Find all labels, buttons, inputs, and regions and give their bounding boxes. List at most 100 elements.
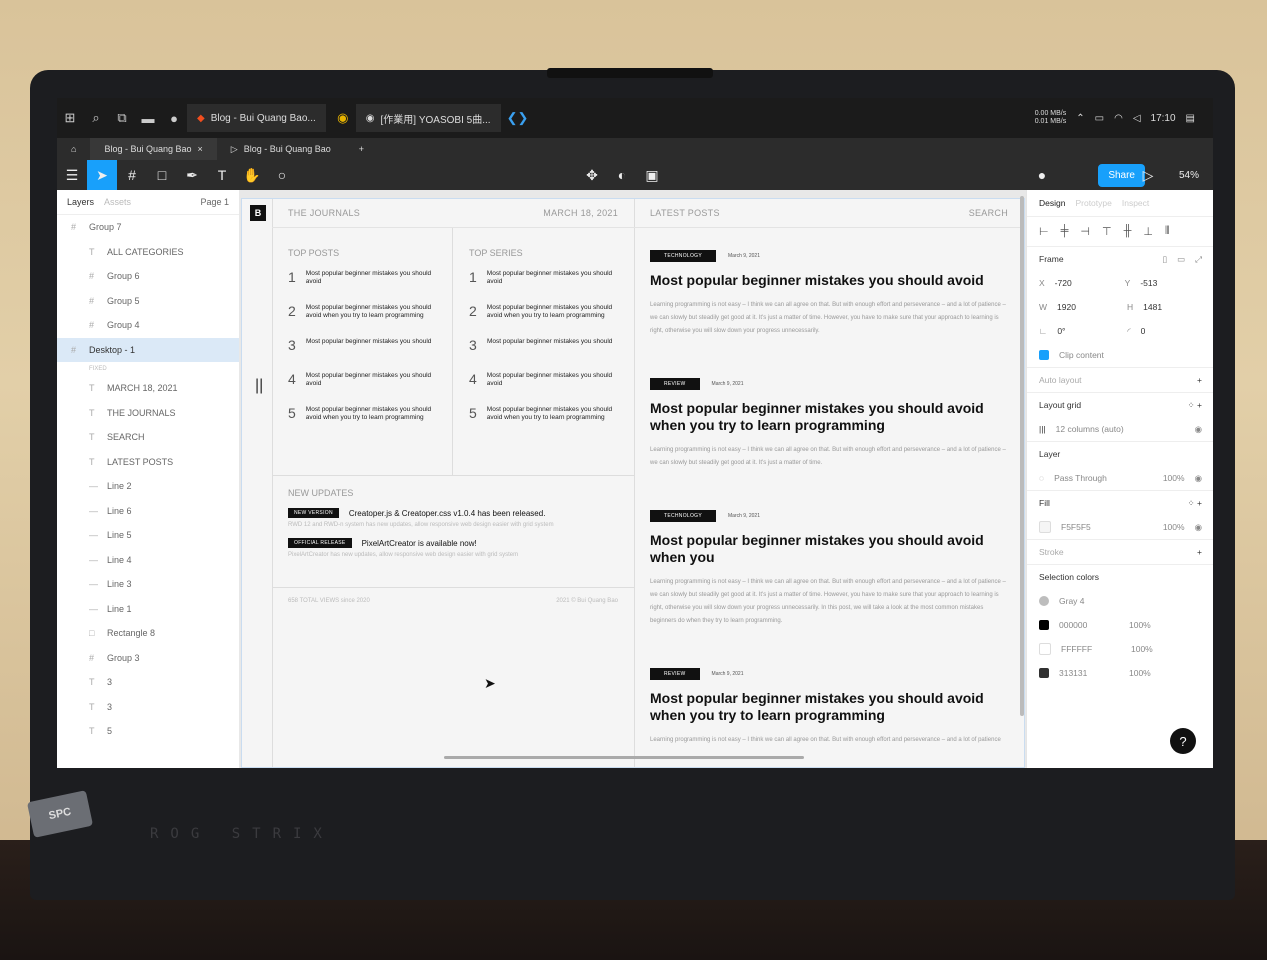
selection-color-row[interactable]: Gray 4: [1027, 589, 1213, 613]
align-right-icon[interactable]: ⊣: [1080, 225, 1090, 238]
distribute-icon[interactable]: ⫴: [1165, 225, 1170, 238]
wifi-icon[interactable]: ◠: [1114, 113, 1123, 124]
layer-item[interactable]: # Group 3: [57, 646, 239, 671]
layer-item[interactable]: # Group 5: [57, 289, 239, 314]
pen-tool-icon[interactable]: ✒: [177, 160, 207, 190]
tab-inspect[interactable]: Inspect: [1122, 198, 1149, 208]
layer-item[interactable]: — Line 4: [57, 548, 239, 573]
align-center-icon[interactable]: ╪: [1061, 225, 1069, 238]
align-top-icon[interactable]: ⊤: [1102, 225, 1112, 238]
post-item[interactable]: 4 Most popular beginner mistakes you shou…: [469, 372, 616, 396]
selection-color-row[interactable]: FFFFFF 100%: [1027, 637, 1213, 661]
chevron-up-icon[interactable]: ⌃: [1076, 113, 1084, 124]
layer-item[interactable]: — Line 6: [57, 499, 239, 524]
article[interactable]: TECHNOLOGY March 9, 2021 Most popular begi…: [634, 470, 1024, 628]
fill-hex[interactable]: F5F5F5: [1061, 522, 1091, 532]
align-left-icon[interactable]: ⊢: [1039, 225, 1049, 238]
layer-item[interactable]: □ Rectangle 8: [57, 621, 239, 646]
file-explorer-icon[interactable]: ▬: [135, 98, 161, 138]
article[interactable]: REVIEW March 9, 2021 Most popular beginner…: [634, 338, 1024, 470]
avatar[interactable]: ●: [1027, 160, 1057, 190]
layer-item[interactable]: T SEARCH: [57, 425, 239, 450]
github-icon[interactable]: ●: [161, 98, 187, 138]
tab-prototype[interactable]: Prototype: [1075, 198, 1111, 208]
frame-tool-icon[interactable]: #: [117, 160, 147, 190]
layer-item[interactable]: # Group 6: [57, 264, 239, 289]
vscode-icon[interactable]: ❮❯: [505, 98, 531, 138]
present-icon[interactable]: ▷: [1133, 160, 1163, 190]
chrome-icon[interactable]: ◉: [330, 98, 356, 138]
resize-icon[interactable]: ⤢: [1195, 254, 1202, 265]
add-icon[interactable]: +: [1197, 375, 1202, 385]
post-item[interactable]: 1 Most popular beginner mistakes you shou…: [288, 270, 436, 294]
selection-color-row[interactable]: 000000 100%: [1027, 613, 1213, 637]
layer-item[interactable]: T THE JOURNALS: [57, 401, 239, 426]
grid-value[interactable]: 12 columns (auto): [1056, 424, 1124, 434]
radius-value[interactable]: 0: [1141, 326, 1146, 336]
layer-item[interactable]: # Desktop - 1: [57, 337, 239, 362]
layer-item[interactable]: T3: [57, 670, 239, 695]
x-value[interactable]: -720: [1055, 278, 1115, 288]
tab-layers[interactable]: Layers: [67, 197, 94, 207]
update-item[interactable]: OFFICIAL RELEASE PixelArtCreator is avail…: [288, 538, 618, 558]
eye-icon[interactable]: ◉: [1195, 522, 1202, 533]
align-bottom-icon[interactable]: ⊥: [1143, 225, 1153, 238]
task-view-icon[interactable]: ⧉: [109, 98, 135, 138]
add-tab-icon[interactable]: +: [345, 138, 378, 160]
boolean-icon[interactable]: ▣: [637, 160, 667, 190]
menu-icon[interactable]: ☰: [57, 160, 87, 190]
post-item[interactable]: 5 Most popular beginner mistakes you shou…: [288, 406, 436, 430]
layer-item[interactable]: T ALL CATEGORIES: [57, 240, 239, 265]
clock[interactable]: 17:10: [1151, 113, 1176, 124]
vertical-scrollbar[interactable]: [1020, 196, 1024, 716]
zoom-level[interactable]: 54%: [1179, 170, 1199, 181]
frame-label[interactable]: Frame: [1039, 254, 1064, 264]
figma-home-icon[interactable]: ⌂: [57, 138, 90, 160]
layer-item[interactable]: # Group 4: [57, 313, 239, 338]
text-tool-icon[interactable]: T: [207, 160, 237, 190]
align-middle-icon[interactable]: ╫: [1124, 225, 1132, 238]
rotation-value[interactable]: 0°: [1057, 326, 1117, 336]
layer-item[interactable]: — Line 2: [57, 474, 239, 499]
move-tool-icon[interactable]: ➤: [87, 160, 117, 190]
figma-tab-1[interactable]: Blog - Bui Quang Bao ×: [90, 138, 217, 160]
mask-icon[interactable]: ◐: [607, 160, 637, 190]
add-icon[interactable]: ⁘ +: [1188, 400, 1202, 411]
component-icon[interactable]: ✥: [577, 160, 607, 190]
post-item[interactable]: 3 Most popular beginner mistakes you shou…: [288, 338, 436, 362]
layer-item[interactable]: T LATEST POSTS: [57, 450, 239, 475]
help-button[interactable]: ?: [1170, 728, 1196, 754]
page-selector[interactable]: Page 1: [200, 197, 229, 207]
layer-item[interactable]: T3: [57, 695, 239, 720]
add-icon[interactable]: +: [1197, 547, 1202, 557]
update-item[interactable]: NEW VERSION Creatoper.js & Creatoper.css …: [288, 508, 618, 528]
layer-opacity[interactable]: 100%: [1163, 473, 1185, 483]
shape-tool-icon[interactable]: □: [147, 160, 177, 190]
horizontal-scrollbar[interactable]: [444, 756, 804, 759]
taskbar-app-figma[interactable]: ◆ Blog - Bui Quang Bao...: [187, 104, 326, 132]
layer-item[interactable]: — Line 1: [57, 597, 239, 622]
battery-icon[interactable]: ▭: [1095, 113, 1104, 124]
layer-item[interactable]: — Line 5: [57, 523, 239, 548]
color-swatch[interactable]: [1039, 643, 1051, 655]
clip-content-checkbox[interactable]: [1039, 350, 1049, 360]
post-item[interactable]: 2 Most popular beginner mistakes you shou…: [288, 304, 436, 328]
figma-tab-2[interactable]: ▷ Blog - Bui Quang Bao: [217, 138, 345, 160]
volume-icon[interactable]: ◁: [1133, 113, 1141, 124]
post-item[interactable]: 5 Most popular beginner mistakes you shou…: [469, 406, 616, 430]
tab-assets[interactable]: Assets: [104, 197, 131, 207]
post-item[interactable]: 4 Most popular beginner mistakes you shou…: [288, 372, 436, 396]
w-value[interactable]: 1920: [1057, 302, 1117, 312]
color-swatch[interactable]: [1039, 596, 1049, 606]
post-item[interactable]: 1 Most popular beginner mistakes you shou…: [469, 270, 616, 294]
layer-item[interactable]: — Line 3: [57, 572, 239, 597]
notification-icon[interactable]: ▤: [1186, 113, 1195, 124]
eye-icon[interactable]: ◉: [1195, 424, 1202, 435]
layer-item[interactable]: T5: [57, 719, 239, 744]
selection-color-row[interactable]: 313131 100%: [1027, 661, 1213, 685]
tab-design[interactable]: Design: [1039, 198, 1065, 208]
color-swatch[interactable]: [1039, 668, 1049, 678]
post-item[interactable]: 2 Most popular beginner mistakes you shou…: [469, 304, 616, 328]
desktop-frame[interactable]: B || THE JOURNALS MARCH 18, 2021 TOP POS…: [241, 198, 1025, 768]
layer-item[interactable]: # Group 7: [57, 215, 239, 240]
